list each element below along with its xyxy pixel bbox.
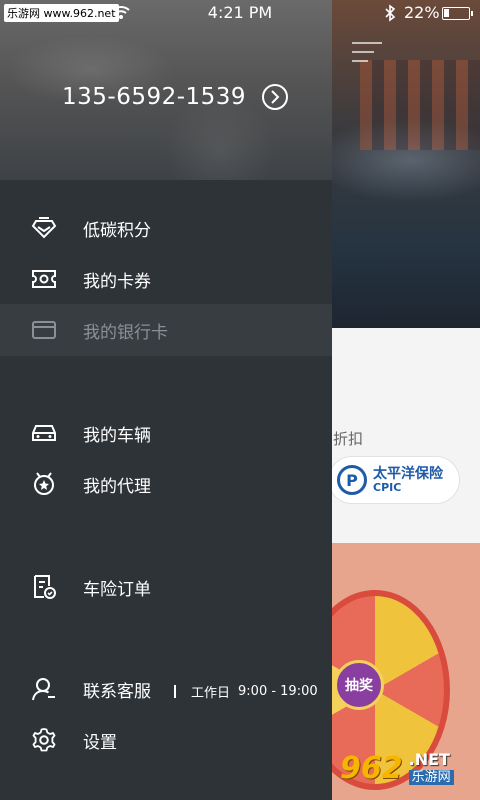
agent-icon <box>30 470 58 498</box>
service-hours: 工作日 9:00 - 19:00 <box>174 682 318 701</box>
menu-item-label: 我的代理 <box>83 476 151 497</box>
service-days: 工作日 <box>191 686 231 701</box>
menu-item-settings[interactable]: 设置 <box>0 714 332 766</box>
status-bar: 乐游网 www.962.net 4:21 PM 22% <box>0 0 480 26</box>
menu-item-label: 车险订单 <box>83 579 151 600</box>
menu-item-vehicles[interactable]: 我的车辆 <box>0 407 332 459</box>
menu-icon[interactable] <box>352 42 382 64</box>
watermark-site: 乐游网 <box>408 769 454 785</box>
lottery-button[interactable]: 抽奖 <box>334 660 384 710</box>
menu-item-label: 低碳积分 <box>83 220 151 241</box>
chevron-right-icon[interactable] <box>262 84 289 110</box>
order-icon <box>30 573 58 601</box>
account-row[interactable]: 135-6592-1539 <box>62 84 289 110</box>
menu-item-bank-cards[interactable]: 我的银行卡 <box>0 304 332 356</box>
watermark-number: 962 <box>340 750 403 786</box>
menu-item-label: 联系客服 <box>83 681 151 702</box>
battery-percentage: 22% <box>404 3 440 22</box>
gear-icon <box>30 726 58 754</box>
menu-item-label: 我的银行卡 <box>83 322 168 343</box>
menu-item-carbon-points[interactable]: 低碳积分 <box>0 202 332 254</box>
customer-service-icon <box>30 675 58 703</box>
insurer-abbr: CPIC <box>373 480 402 494</box>
cpic-logo-icon: P <box>337 465 367 495</box>
bank-card-icon <box>30 316 58 344</box>
side-drawer: 135-6592-1539 低碳积分 我的卡券 我的银行卡 我的车辆 我的代理 … <box>0 0 332 800</box>
watermark-net: .NET <box>408 749 450 769</box>
drawer-header: 135-6592-1539 <box>0 0 332 180</box>
car-icon <box>30 419 58 447</box>
badge-icon <box>30 214 58 242</box>
menu-item-label: 设置 <box>83 732 117 753</box>
menu-item-insurance-orders[interactable]: 车险订单 <box>0 561 332 613</box>
insurer-name: 太平洋保险 <box>373 465 443 482</box>
service-time: 9:00 - 19:00 <box>238 684 318 699</box>
menu-item-label: 我的车辆 <box>83 425 151 446</box>
ticket-icon <box>30 265 58 293</box>
watermark-logo: 962 .NET 乐游网 <box>340 745 476 791</box>
phone-number: 135-6592-1539 <box>62 84 247 110</box>
battery-icon <box>442 7 473 20</box>
separator <box>174 685 176 698</box>
bluetooth-icon <box>384 4 396 26</box>
insurer-card[interactable]: P 太平洋保险 CPIC <box>328 456 460 504</box>
menu-item-agent[interactable]: 我的代理 <box>0 458 332 510</box>
menu-item-label: 我的卡券 <box>83 271 151 292</box>
menu-item-coupons[interactable]: 我的卡券 <box>0 253 332 305</box>
